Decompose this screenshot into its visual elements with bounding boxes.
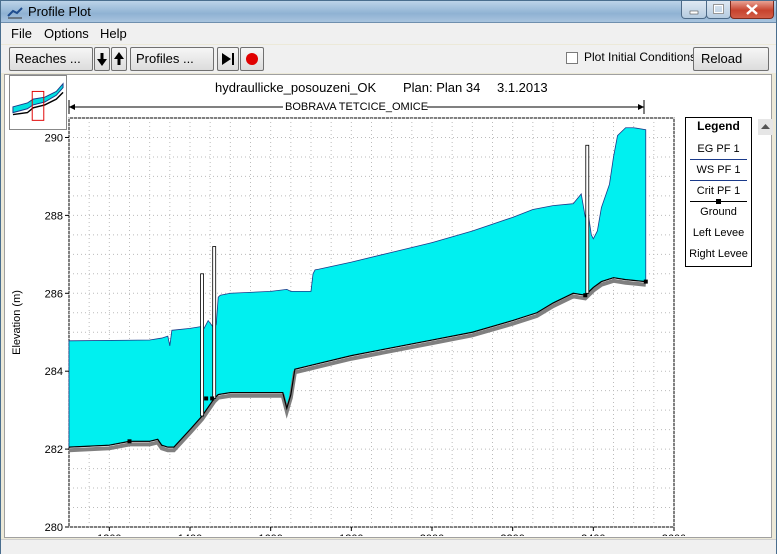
y-tick-label: 284 [45,366,63,378]
window-title: Profile Plot [28,4,91,19]
arrow-up-icon [114,52,124,65]
legend-crit-marker [716,199,721,204]
crit-marker [583,293,588,298]
close-button[interactable] [730,1,774,19]
profile-plot-window: Profile Plot File Options Help Reaches .… [0,0,777,554]
plan-title: Plan: Plan 34 [403,80,481,95]
plot-initial-conditions-label: Plot Initial Conditions [584,50,697,64]
status-bar [1,539,776,554]
legend-eg-line [690,159,747,160]
legend-ws: WS PF 1 [696,164,741,176]
project-title: hydraullicke_posouzeni_OK [215,80,377,95]
legend-right-levee: Right Levee [689,248,748,260]
x-tick-label: 2600 [662,533,685,536]
menu-help[interactable]: Help [100,26,127,41]
legend-eg: EG PF 1 [697,143,740,155]
maximize-icon [713,4,724,14]
x-tick-label: 2000 [420,533,444,536]
menu-file[interactable]: File [11,26,32,41]
plot-initial-conditions-checkbox[interactable] [566,52,578,64]
scrollbar-arrow-up[interactable] [758,119,773,135]
y-tick-label: 290 [45,132,63,144]
record-button[interactable] [240,47,264,71]
title-bar[interactable]: Profile Plot [1,1,776,23]
reaches-button[interactable]: Reaches ... [9,47,93,71]
crit-marker [127,439,132,444]
y-tick-label: 282 [45,444,63,456]
reload-data-button[interactable]: Reload Data [693,47,769,88]
x-tick-label: 1400 [178,533,202,536]
minimize-icon [689,10,699,15]
crit-marker [210,396,215,401]
x-tick-label: 2200 [500,533,524,536]
play-icon [222,53,234,65]
x-tick-label: 2400 [581,533,605,536]
crit-marker [643,279,648,284]
legend-ground: Ground [700,206,737,218]
profiles-button[interactable]: Profiles ... [130,47,214,71]
y-axis-label: Elevation (m) [11,290,23,355]
y-tick-label: 288 [45,210,63,222]
bridge-marker [212,246,217,399]
y-tick-label: 286 [45,288,63,300]
scroll-up-icon [761,124,770,129]
arrow-down-icon [97,53,107,66]
legend-ws-line [690,180,747,181]
menu-bar: File Options Help [1,23,776,44]
profile-chart: 1200 1400 1600 1800 2000 2200 2400 2600 280 282 28… [11,117,685,536]
minimize-button[interactable] [681,1,707,19]
crit-marker [204,396,209,401]
x-tick-label: 1200 [97,533,121,536]
plan-date: 3.1.2013 [497,80,548,95]
x-tick-label: 1800 [339,533,363,536]
y-tick-label: 280 [45,522,63,534]
record-icon [246,53,258,65]
play-animation-button[interactable] [217,47,239,71]
move-up-button[interactable] [111,47,127,71]
menu-options[interactable]: Options [44,26,89,41]
profile-plot-app-icon [7,7,23,19]
maximize-button[interactable] [706,1,731,19]
plot-panel: hydraullicke_posouzeni_OK Plan: Plan 34 … [4,74,772,538]
close-icon [746,4,758,15]
move-down-button[interactable] [94,47,110,71]
legend-left-levee: Left Levee [692,227,745,239]
bridge-marker [200,273,205,417]
legend-title: Legend [697,119,740,133]
toolbar: Reaches ... Profiles ... Plot Initial Co… [1,45,776,88]
legend-crit: Crit PF 1 [696,185,741,197]
legend: Legend EG PF 1 WS PF 1 Crit PF 1 Ground … [685,117,752,267]
bridge-marker [585,144,590,294]
x-tick-label: 1600 [258,533,282,536]
